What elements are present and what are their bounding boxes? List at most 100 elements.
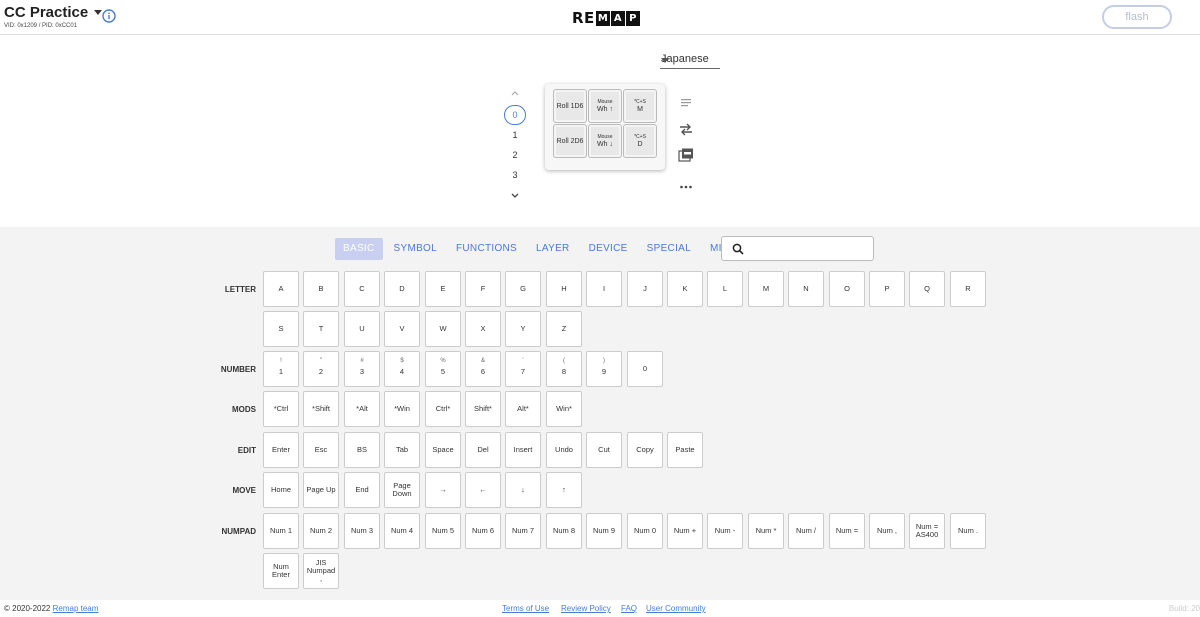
chevron-up-icon[interactable]	[510, 88, 520, 98]
flash-button[interactable]: flash	[1102, 5, 1172, 29]
keycode-key[interactable]: A	[263, 271, 299, 307]
keycode-key[interactable]: Num ,	[869, 513, 905, 549]
keycode-key[interactable]: Num 7	[505, 513, 541, 549]
keycode-key[interactable]: Num 4	[384, 513, 420, 549]
keycode-key[interactable]: Win*	[546, 391, 582, 427]
keycode-key[interactable]: Home	[263, 472, 299, 508]
keycode-key[interactable]: Copy	[627, 432, 663, 468]
layer-0-button[interactable]: 0	[504, 105, 526, 125]
keycode-key[interactable]: (8	[546, 351, 582, 387]
keycode-key[interactable]: ! 1	[263, 351, 299, 387]
keycode-key[interactable]: Insert	[505, 432, 541, 468]
keycode-key[interactable]: % 5	[425, 351, 461, 387]
keycode-key[interactable]: C	[344, 271, 380, 307]
keyboard-key[interactable]: Mouse Wh ↓	[588, 124, 622, 158]
keycode-key[interactable]: ) 9	[586, 351, 622, 387]
keycode-key[interactable]: Num =	[829, 513, 865, 549]
keycode-key[interactable]: N	[788, 271, 824, 307]
keycode-key[interactable]: Page Up	[303, 472, 339, 508]
keycode-key[interactable]: Q	[909, 271, 945, 307]
keyboard-key[interactable]: *C+S D	[623, 124, 657, 158]
keycode-key[interactable]: " 2	[303, 351, 339, 387]
keycode-key[interactable]: *Win	[384, 391, 420, 427]
keycode-key[interactable]: F	[465, 271, 501, 307]
keycode-key[interactable]: ' 7	[505, 351, 541, 387]
keycode-key[interactable]: Alt*	[505, 391, 541, 427]
keycode-key[interactable]: *Alt	[344, 391, 380, 427]
keyboard-title[interactable]: CC Practice	[4, 4, 88, 21]
keycode-key[interactable]: Esc	[303, 432, 339, 468]
keycode-key[interactable]: Num /	[788, 513, 824, 549]
keycode-key[interactable]: Num 3	[344, 513, 380, 549]
keycode-search[interactable]	[721, 236, 874, 261]
keycode-key[interactable]: Num 8	[546, 513, 582, 549]
keycode-key[interactable]: G	[505, 271, 541, 307]
keycode-key[interactable]: Enter	[263, 432, 299, 468]
keycode-key[interactable]: Num -	[707, 513, 743, 549]
keycode-key[interactable]: Paste	[667, 432, 703, 468]
keycode-key[interactable]: Y	[505, 311, 541, 347]
keycode-key[interactable]: O	[829, 271, 865, 307]
keycode-key[interactable]: $4	[384, 351, 420, 387]
tab-special[interactable]: SPECIAL	[639, 238, 699, 260]
keycode-key[interactable]: R	[950, 271, 986, 307]
keycode-key[interactable]: Num 6	[465, 513, 501, 549]
layer-3-button[interactable]: 3	[504, 170, 526, 180]
keyboard-title-group[interactable]: CC Practice	[4, 4, 103, 22]
keycode-key[interactable]: Page Down	[384, 472, 420, 508]
swap-icon[interactable]	[678, 122, 694, 136]
keycode-key[interactable]: Z	[546, 311, 582, 347]
keycode-key[interactable]: L	[707, 271, 743, 307]
keycode-key[interactable]: Undo	[546, 432, 582, 468]
keycode-key[interactable]: BS	[344, 432, 380, 468]
keycode-key[interactable]: ↑	[546, 472, 582, 508]
keycode-key[interactable]: #3	[344, 351, 380, 387]
keycode-key[interactable]: Num *	[748, 513, 784, 549]
keycode-key[interactable]: *Ctrl	[263, 391, 299, 427]
keyboard-key[interactable]: Mouse Wh ↑	[588, 89, 622, 123]
keycode-key[interactable]: & 6	[465, 351, 501, 387]
info-icon[interactable]	[102, 9, 116, 23]
keycode-key[interactable]: JIS Numpad ,	[303, 553, 339, 589]
tab-symbol[interactable]: SYMBOL	[386, 238, 445, 260]
keycode-key[interactable]: K	[667, 271, 703, 307]
keycode-key[interactable]: *Shift	[303, 391, 339, 427]
keyboard-language-select[interactable]: Japanese	[660, 51, 720, 69]
keycode-key[interactable]: I	[586, 271, 622, 307]
keycode-key[interactable]: J	[627, 271, 663, 307]
keycode-key[interactable]: Num Enter	[263, 553, 299, 589]
keycode-key[interactable]: Tab	[384, 432, 420, 468]
keycode-key[interactable]: Num .	[950, 513, 986, 549]
keycode-key[interactable]: Num 5	[425, 513, 461, 549]
keycode-key[interactable]: ↓	[505, 472, 541, 508]
keycode-key[interactable]: Cut	[586, 432, 622, 468]
keycode-search-input[interactable]	[750, 240, 870, 258]
tab-device[interactable]: DEVICE	[581, 238, 636, 260]
tab-layer[interactable]: LAYER	[528, 238, 578, 260]
keycode-key[interactable]: End	[344, 472, 380, 508]
tab-basic[interactable]: BASIC	[335, 238, 383, 260]
keycode-key[interactable]: Ctrl*	[425, 391, 461, 427]
layer-1-button[interactable]: 1	[504, 130, 526, 140]
keycode-key[interactable]: Num +	[667, 513, 703, 549]
user-community-link[interactable]: User Community	[646, 604, 706, 613]
keyboard-key[interactable]: *C+S M	[623, 89, 657, 123]
keycode-key[interactable]: P	[869, 271, 905, 307]
keycode-key[interactable]: Space	[425, 432, 461, 468]
keycode-key[interactable]: E	[425, 271, 461, 307]
notes-icon[interactable]	[678, 96, 694, 110]
keycode-key[interactable]: Num 0	[627, 513, 663, 549]
keycode-key[interactable]: Num = AS400	[909, 513, 945, 549]
keycode-key[interactable]: M	[748, 271, 784, 307]
keycode-key[interactable]: →	[425, 472, 461, 508]
chevron-down-icon[interactable]	[510, 191, 520, 201]
keycode-key[interactable]: H	[546, 271, 582, 307]
keycode-key[interactable]: Num 9	[586, 513, 622, 549]
review-policy-link[interactable]: Review Policy	[561, 604, 611, 613]
keyboard-key[interactable]: Roll 1D6	[553, 89, 587, 123]
tab-functions[interactable]: FUNCTIONS	[448, 238, 525, 260]
keycode-key[interactable]: D	[384, 271, 420, 307]
keycode-key[interactable]: V	[384, 311, 420, 347]
keycode-key[interactable]: U	[344, 311, 380, 347]
keycode-key[interactable]: B	[303, 271, 339, 307]
